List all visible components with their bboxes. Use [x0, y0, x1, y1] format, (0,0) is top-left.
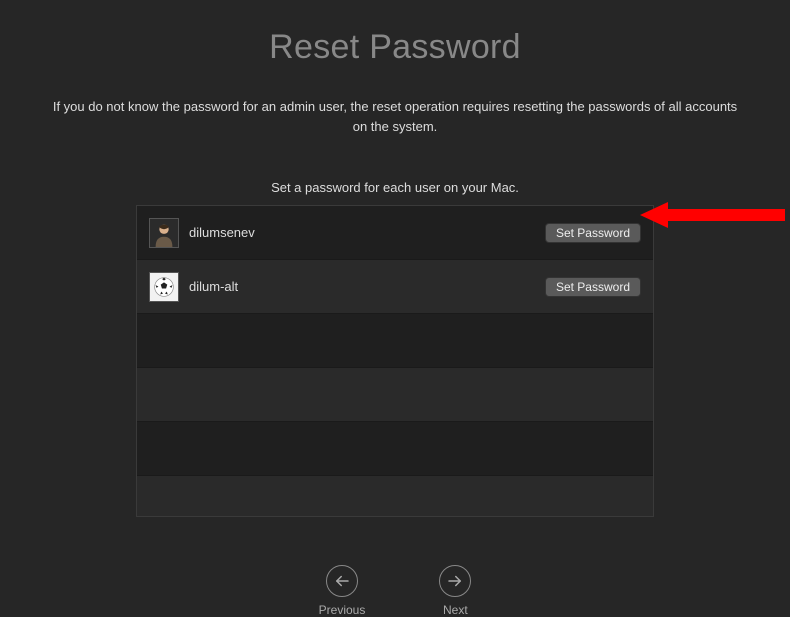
reset-password-panel: Reset Password If you do not know the pa… [0, 0, 790, 614]
empty-row [137, 314, 653, 368]
empty-row [137, 476, 653, 516]
avatar [149, 218, 179, 248]
page-subtitle: If you do not know the password for an a… [25, 97, 765, 136]
previous-label: Previous [319, 603, 366, 617]
previous-button[interactable]: Previous [319, 565, 366, 617]
set-password-button-1[interactable]: Set Password [545, 277, 641, 297]
arrow-right-icon [439, 565, 471, 597]
empty-row [137, 422, 653, 476]
arrow-left-icon [326, 565, 358, 597]
empty-row [137, 368, 653, 422]
next-button[interactable]: Next [439, 565, 471, 617]
instruction-text: Set a password for each user on your Mac… [271, 180, 519, 195]
username-label: dilum-alt [189, 279, 545, 294]
set-password-button-0[interactable]: Set Password [545, 223, 641, 243]
soccer-ball-icon [150, 272, 178, 302]
portrait-avatar-icon [150, 218, 178, 248]
user-row-1[interactable]: dilum-alt Set Password [137, 260, 653, 314]
user-row-0[interactable]: dilumsenev Set Password [137, 206, 653, 260]
username-label: dilumsenev [189, 225, 545, 240]
next-label: Next [443, 603, 468, 617]
user-list: dilumsenev Set Password dilum-alt Set Pa… [136, 205, 654, 517]
avatar [149, 272, 179, 302]
nav-footer: Previous Next [319, 565, 472, 617]
page-title: Reset Password [269, 28, 521, 67]
